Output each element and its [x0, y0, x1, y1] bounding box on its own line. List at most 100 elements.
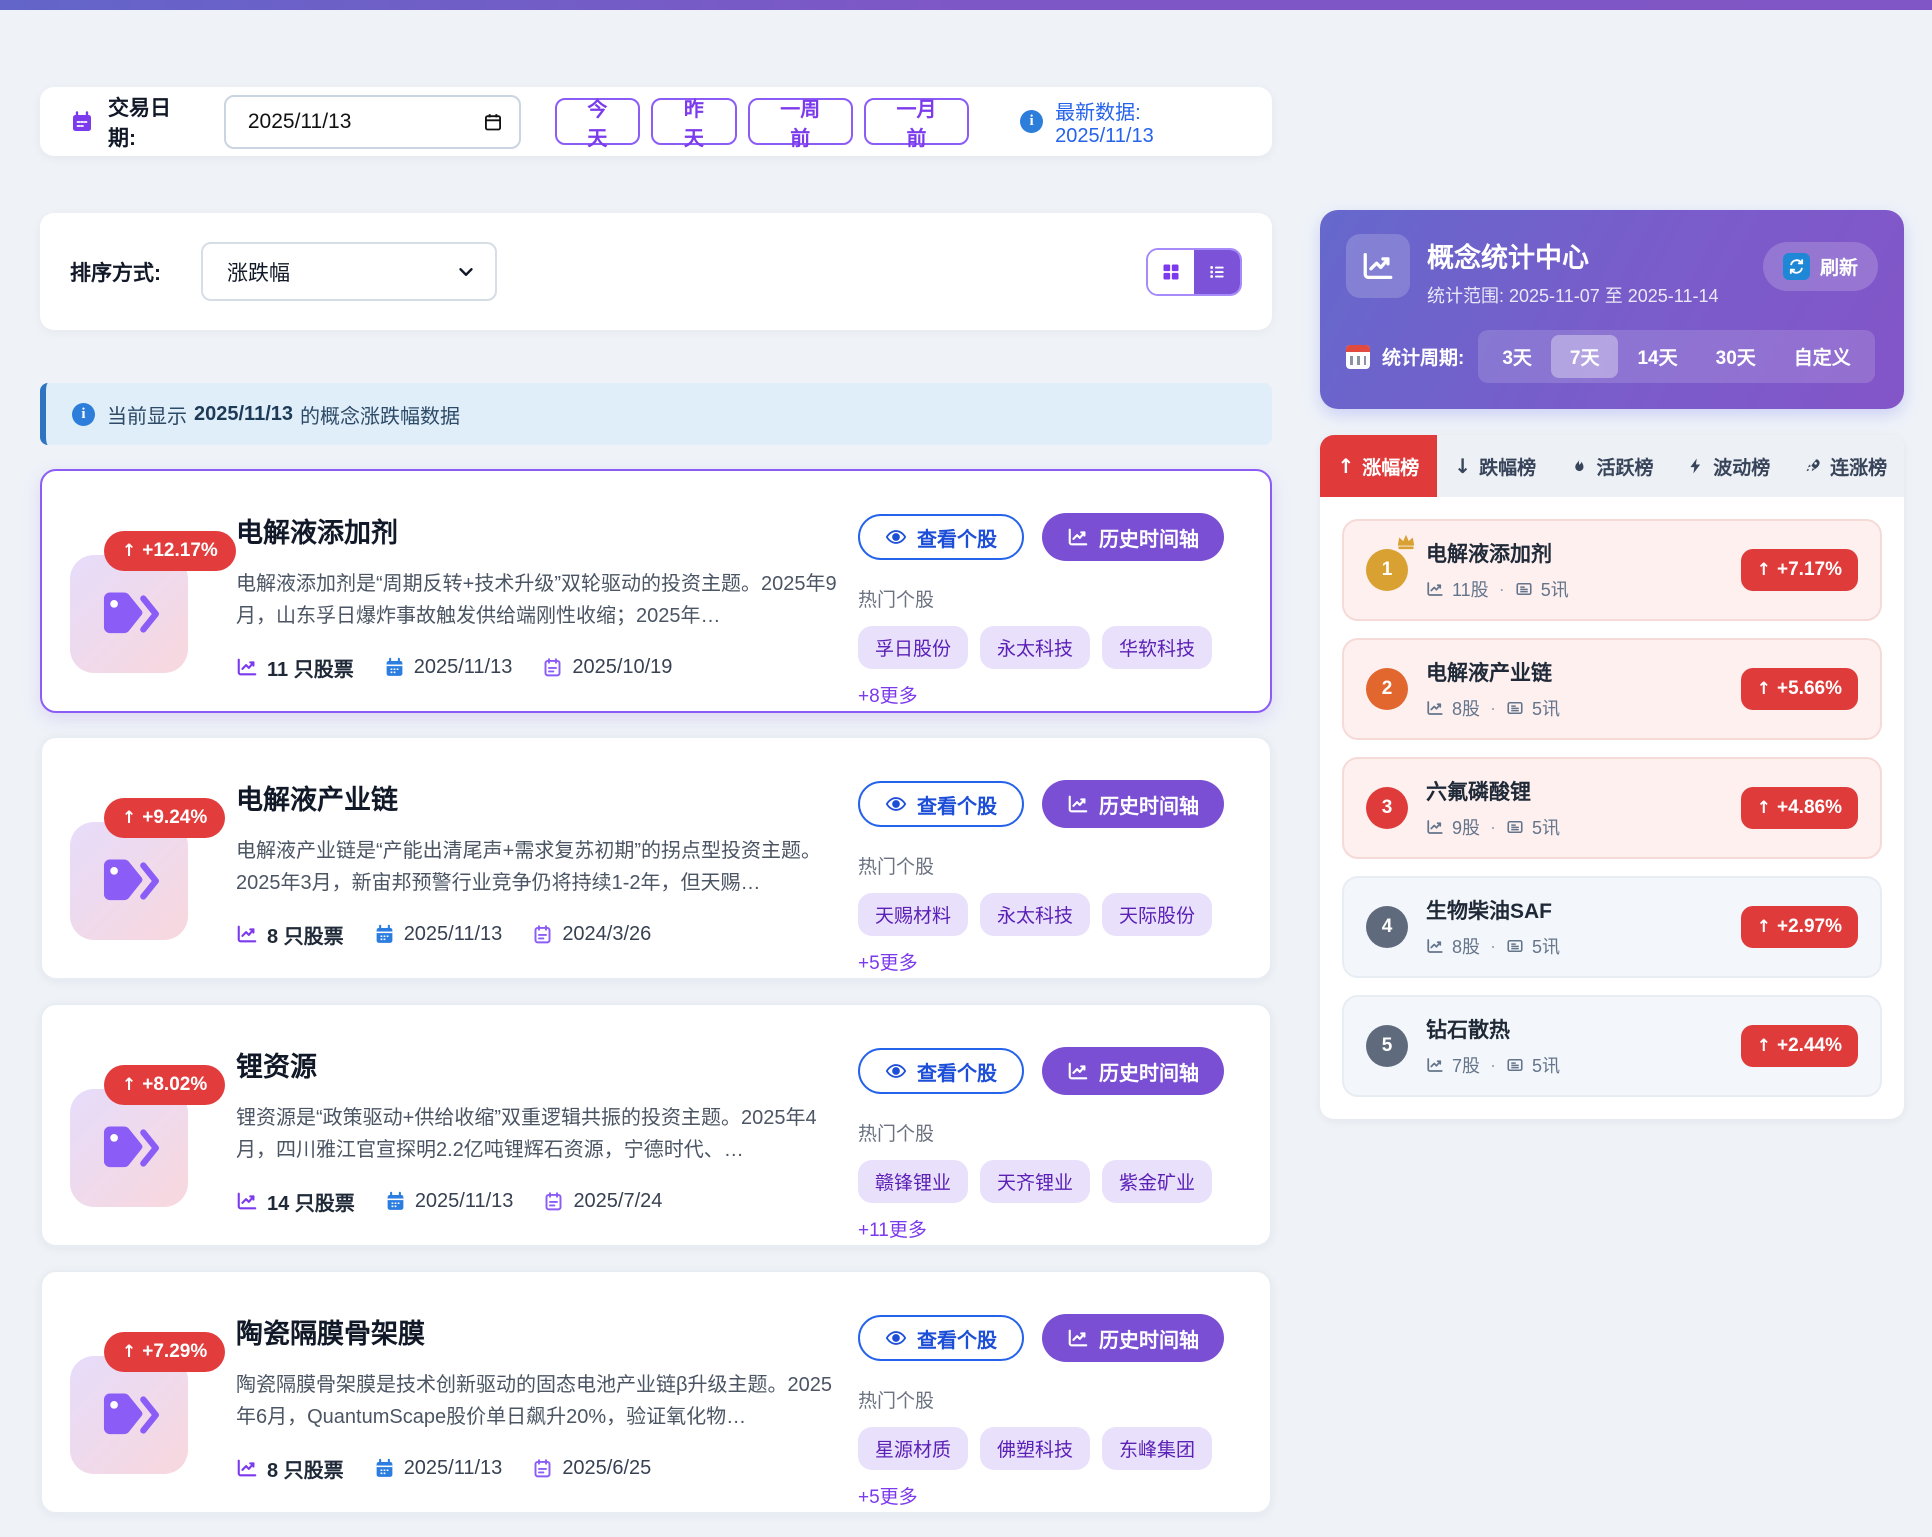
rank-stats: 7股 · 5讯 — [1426, 1052, 1741, 1078]
more-stocks-link[interactable]: +5更多 — [858, 1482, 918, 1509]
rank-item[interactable]: 1 电解液添加剂 11股 · 5讯 ↑+7.17% — [1342, 519, 1882, 621]
tab-volatility[interactable]: 波动榜 — [1670, 435, 1787, 497]
list-icon — [1207, 262, 1227, 282]
concept-tile-area: ↑+7.29% — [70, 1300, 190, 1488]
date-filter-label: 交易日期: — [108, 92, 198, 152]
rank-item[interactable]: 4 生物柴油SAF 8股 · 5讯 ↑+2.97% — [1342, 876, 1882, 978]
history-timeline-button[interactable]: 历史时间轴 — [1042, 780, 1224, 828]
chart-line-icon — [1426, 937, 1444, 955]
stock-tag[interactable]: 天际股份 — [1102, 893, 1212, 936]
more-stocks-link[interactable]: +11更多 — [858, 1215, 927, 1242]
chart-line-icon — [1426, 699, 1444, 717]
tab-active[interactable]: 活跃榜 — [1554, 435, 1671, 497]
stock-tag[interactable]: 佛塑科技 — [980, 1427, 1090, 1470]
stock-tag[interactable]: 赣锋锂业 — [858, 1160, 968, 1203]
chart-line-icon — [1067, 526, 1089, 548]
rank-number-badge: 4 — [1366, 906, 1408, 948]
tab-gainers[interactable]: ↑ 涨幅榜 — [1320, 435, 1437, 497]
refresh-button[interactable]: 刷新 — [1763, 242, 1878, 291]
current-view-banner: 当前显示 2025/11/13 的概念涨跌幅数据 — [40, 383, 1272, 445]
stock-tag[interactable]: 天赐材料 — [858, 893, 968, 936]
concept-meta: 14 只股票 2025/11/13 2025/7/24 — [236, 1187, 840, 1216]
update-date: 2025/11/13 — [384, 656, 513, 679]
view-stocks-button[interactable]: 查看个股 — [858, 1315, 1024, 1361]
more-stocks-link[interactable]: +8更多 — [858, 681, 918, 708]
rank-item[interactable]: 2 电解液产业链 8股 · 5讯 ↑+5.66% — [1342, 638, 1882, 740]
tab-losers[interactable]: ↓ 跌幅榜 — [1437, 435, 1554, 497]
concept-description: 陶瓷隔膜骨架膜是技术创新驱动的固态电池产业链β升级主题。2025年6月，Quan… — [236, 1369, 840, 1434]
stock-tag[interactable]: 孚日股份 — [858, 626, 968, 669]
news-icon — [1515, 580, 1533, 598]
concept-card: ↑+12.17% 电解液添加剂 电解液添加剂是“周期反转+技术升级”双轮驱动的投… — [40, 469, 1272, 713]
rank-concept-name: 电解液添加剂 — [1426, 538, 1741, 568]
quick-date-week-ago-button[interactable]: 一周前 — [748, 98, 853, 145]
period-option-custom[interactable]: 自定义 — [1775, 335, 1870, 378]
quick-date-today-button[interactable]: 今天 — [555, 98, 641, 145]
chart-line-icon — [1067, 1327, 1089, 1349]
more-stocks-link[interactable]: +5更多 — [858, 948, 918, 975]
calendar-icon — [385, 1191, 406, 1212]
sort-select[interactable]: 涨跌幅 — [201, 242, 497, 301]
history-timeline-button[interactable]: 历史时间轴 — [1042, 1314, 1224, 1362]
rank-change-badge: ↑+7.17% — [1741, 549, 1858, 591]
date-filter-card: 交易日期: 2025/11/13 今天 昨天 一周前 一月前 最新数据: 202… — [40, 87, 1272, 156]
rank-stats: 8股 · 5讯 — [1426, 933, 1741, 959]
period-option-3d[interactable]: 3天 — [1483, 335, 1551, 378]
start-date: 2025/10/19 — [542, 656, 672, 679]
change-badge: ↑+12.17% — [104, 531, 236, 571]
view-mode-toggle — [1146, 248, 1242, 296]
flame-icon — [1570, 457, 1588, 475]
chart-line-icon — [236, 1190, 258, 1212]
period-option-30d[interactable]: 30天 — [1697, 335, 1775, 378]
stock-tag[interactable]: 紫金矿业 — [1102, 1160, 1212, 1203]
history-timeline-button[interactable]: 历史时间轴 — [1042, 1047, 1224, 1095]
rank-list: 1 电解液添加剂 11股 · 5讯 ↑+7.17% 2 — [1320, 497, 1904, 1119]
list-view-button[interactable] — [1194, 250, 1240, 294]
concept-description: 电解液产业链是“产能出清尾声+需求复苏初期”的拐点型投资主题。2025年3月，新… — [236, 835, 840, 900]
sort-label: 排序方式: — [70, 257, 161, 287]
date-value: 2025/11/13 — [248, 110, 352, 134]
clipboard-date-icon — [532, 1458, 553, 1479]
view-stocks-button[interactable]: 查看个股 — [858, 514, 1024, 560]
stock-tag[interactable]: 永太科技 — [980, 626, 1090, 669]
chart-line-icon — [1067, 793, 1089, 815]
quick-date-month-ago-button[interactable]: 一月前 — [864, 98, 969, 145]
hot-stocks-tags: 孚日股份 永太科技 华软科技 +8更多 — [858, 626, 1242, 708]
period-option-7d[interactable]: 7天 — [1551, 335, 1619, 378]
view-stocks-button[interactable]: 查看个股 — [858, 781, 1024, 827]
view-stocks-button[interactable]: 查看个股 — [858, 1048, 1024, 1094]
rank-change-badge: ↑+2.97% — [1741, 906, 1858, 948]
rank-item[interactable]: 5 钻石散热 7股 · 5讯 ↑+2.44% — [1342, 995, 1882, 1097]
stock-tag[interactable]: 东峰集团 — [1102, 1427, 1212, 1470]
page-layout: 交易日期: 2025/11/13 今天 昨天 一周前 一月前 最新数据: 202… — [0, 10, 1932, 1537]
chart-line-icon — [1426, 1056, 1444, 1074]
concept-description: 电解液添加剂是“周期反转+技术升级”双轮驱动的投资主题。2025年9月，山东孚日… — [236, 568, 840, 633]
news-icon — [1506, 1056, 1524, 1074]
chart-line-icon — [1346, 234, 1410, 298]
stock-tag[interactable]: 永太科技 — [980, 893, 1090, 936]
hot-stocks-tags: 赣锋锂业 天齐锂业 紫金矿业 +11更多 — [858, 1160, 1242, 1242]
stock-tag[interactable]: 华软科技 — [1102, 626, 1212, 669]
date-picker-icon[interactable] — [483, 112, 503, 132]
calendar-icon — [374, 924, 395, 945]
date-input[interactable]: 2025/11/13 — [224, 95, 521, 149]
news-icon — [1506, 937, 1524, 955]
start-date: 2025/7/24 — [543, 1190, 662, 1213]
rank-number-badge: 2 — [1366, 668, 1408, 710]
latest-data-text: 最新数据: 2025/11/13 — [1055, 96, 1242, 148]
stock-tag[interactable]: 星源材质 — [858, 1427, 968, 1470]
stock-tag[interactable]: 天齐锂业 — [980, 1160, 1090, 1203]
rank-number-badge: 3 — [1366, 787, 1408, 829]
tab-streak[interactable]: 连涨榜 — [1787, 435, 1904, 497]
grid-view-button[interactable] — [1148, 250, 1194, 294]
chart-line-icon — [1067, 1060, 1089, 1082]
concept-actions: 查看个股 历史时间轴 热门个股 天赐材料 永太科技 天际股份 +5更多 — [858, 766, 1242, 954]
hot-stocks-label: 热门个股 — [858, 1119, 1242, 1146]
quick-date-yesterday-button[interactable]: 昨天 — [651, 98, 737, 145]
info-icon — [1020, 110, 1043, 133]
history-timeline-button[interactable]: 历史时间轴 — [1042, 513, 1224, 561]
period-option-14d[interactable]: 14天 — [1618, 335, 1696, 378]
rank-item[interactable]: 3 六氟磷酸锂 9股 · 5讯 ↑+4.86% — [1342, 757, 1882, 859]
clipboard-date-icon — [543, 1191, 564, 1212]
period-selector-row: 统计周期: 3天 7天 14天 30天 自定义 — [1346, 330, 1878, 383]
